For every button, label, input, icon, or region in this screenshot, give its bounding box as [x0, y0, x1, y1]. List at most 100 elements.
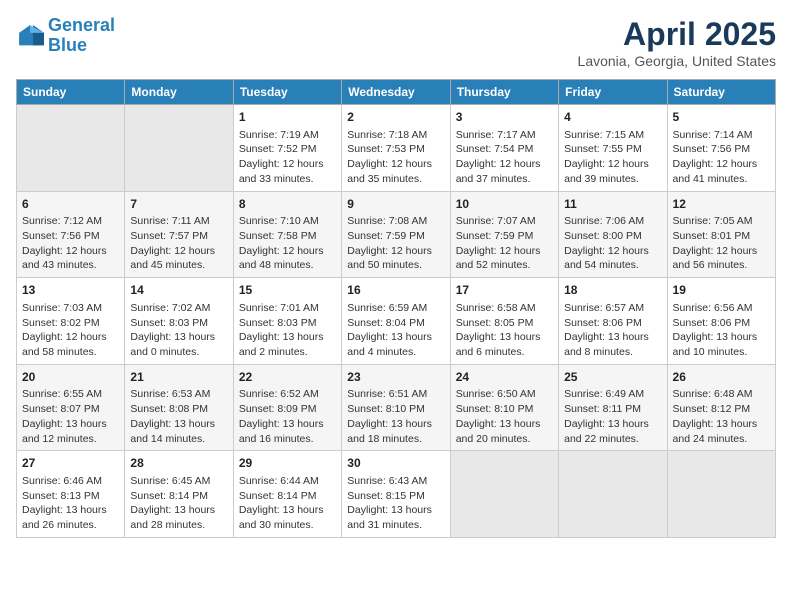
calendar-cell: 6Sunrise: 7:12 AM Sunset: 7:56 PM Daylig… — [17, 191, 125, 278]
calendar-cell: 20Sunrise: 6:55 AM Sunset: 8:07 PM Dayli… — [17, 364, 125, 451]
header-monday: Monday — [125, 80, 233, 105]
day-number: 29 — [239, 455, 336, 472]
day-number: 3 — [456, 109, 553, 126]
logo-icon — [16, 22, 44, 50]
day-info: Sunrise: 7:11 AM Sunset: 7:57 PM Dayligh… — [130, 214, 227, 273]
calendar-cell — [125, 105, 233, 192]
day-info: Sunrise: 6:56 AM Sunset: 8:06 PM Dayligh… — [673, 301, 770, 360]
day-number: 10 — [456, 196, 553, 213]
calendar-cell — [17, 105, 125, 192]
header-saturday: Saturday — [667, 80, 775, 105]
day-info: Sunrise: 7:03 AM Sunset: 8:02 PM Dayligh… — [22, 301, 119, 360]
logo-text: GeneralBlue — [48, 16, 115, 56]
calendar-cell: 23Sunrise: 6:51 AM Sunset: 8:10 PM Dayli… — [342, 364, 450, 451]
calendar-title: April 2025 — [578, 16, 776, 53]
day-number: 7 — [130, 196, 227, 213]
day-number: 6 — [22, 196, 119, 213]
day-number: 9 — [347, 196, 444, 213]
day-number: 21 — [130, 369, 227, 386]
day-number: 26 — [673, 369, 770, 386]
calendar-cell: 19 Sunrise: 6:56 AM Sunset: 8:06 PM Dayli… — [667, 278, 775, 365]
day-number: 1 — [239, 109, 336, 126]
calendar-cell: 9Sunrise: 7:08 AM Sunset: 7:59 PM Daylig… — [342, 191, 450, 278]
day-number: 16 — [347, 282, 444, 299]
day-info: Sunrise: 6:48 AM Sunset: 8:12 PM Dayligh… — [673, 387, 770, 446]
calendar-cell: 3 Sunrise: 7:17 AM Sunset: 7:54 PM Daylig… — [450, 105, 558, 192]
day-number: 27 — [22, 455, 119, 472]
header-friday: Friday — [559, 80, 667, 105]
week-row-2: 6Sunrise: 7:12 AM Sunset: 7:56 PM Daylig… — [17, 191, 776, 278]
day-number: 13 — [22, 282, 119, 299]
calendar-cell: 15 Sunrise: 7:01 AM Sunset: 8:03 PM Dayli… — [233, 278, 341, 365]
calendar-cell: 11Sunrise: 7:06 AM Sunset: 8:00 PM Dayli… — [559, 191, 667, 278]
week-row-5: 27Sunrise: 6:46 AM Sunset: 8:13 PM Dayli… — [17, 451, 776, 538]
day-number: 25 — [564, 369, 661, 386]
day-info: Sunrise: 7:10 AM Sunset: 7:58 PM Dayligh… — [239, 214, 336, 273]
day-info: Sunrise: 7:12 AM Sunset: 7:56 PM Dayligh… — [22, 214, 119, 273]
day-info: Sunrise: 7:14 AM Sunset: 7:56 PM Dayligh… — [673, 128, 770, 187]
calendar-cell: 13 Sunrise: 7:03 AM Sunset: 8:02 PM Dayli… — [17, 278, 125, 365]
calendar-cell — [667, 451, 775, 538]
day-info: Sunrise: 6:51 AM Sunset: 8:10 PM Dayligh… — [347, 387, 444, 446]
day-info: Sunrise: 7:06 AM Sunset: 8:00 PM Dayligh… — [564, 214, 661, 273]
day-number: 11 — [564, 196, 661, 213]
day-info: Sunrise: 7:15 AM Sunset: 7:55 PM Dayligh… — [564, 128, 661, 187]
day-number: 18 — [564, 282, 661, 299]
calendar-cell: 25Sunrise: 6:49 AM Sunset: 8:11 PM Dayli… — [559, 364, 667, 451]
day-info: Sunrise: 6:53 AM Sunset: 8:08 PM Dayligh… — [130, 387, 227, 446]
calendar-cell: 16 Sunrise: 6:59 AM Sunset: 8:04 PM Dayli… — [342, 278, 450, 365]
day-info: Sunrise: 7:18 AM Sunset: 7:53 PM Dayligh… — [347, 128, 444, 187]
day-info: Sunrise: 6:45 AM Sunset: 8:14 PM Dayligh… — [130, 474, 227, 533]
calendar-cell: 2 Sunrise: 7:18 AM Sunset: 7:53 PM Daylig… — [342, 105, 450, 192]
header-sunday: Sunday — [17, 80, 125, 105]
title-block: April 2025 Lavonia, Georgia, United Stat… — [578, 16, 776, 69]
day-number: 28 — [130, 455, 227, 472]
calendar-cell: 10Sunrise: 7:07 AM Sunset: 7:59 PM Dayli… — [450, 191, 558, 278]
day-number: 30 — [347, 455, 444, 472]
calendar-header-row: SundayMondayTuesdayWednesdayThursdayFrid… — [17, 80, 776, 105]
day-info: Sunrise: 7:01 AM Sunset: 8:03 PM Dayligh… — [239, 301, 336, 360]
day-number: 14 — [130, 282, 227, 299]
calendar-subtitle: Lavonia, Georgia, United States — [578, 53, 776, 69]
calendar-cell: 30 Sunrise: 6:43 AM Sunset: 8:15 PM Dayli… — [342, 451, 450, 538]
day-number: 19 — [673, 282, 770, 299]
calendar-cell: 18 Sunrise: 6:57 AM Sunset: 8:06 PM Dayli… — [559, 278, 667, 365]
calendar-table: SundayMondayTuesdayWednesdayThursdayFrid… — [16, 79, 776, 538]
calendar-cell: 17 Sunrise: 6:58 AM Sunset: 8:05 PM Dayli… — [450, 278, 558, 365]
calendar-cell: 29 Sunrise: 6:44 AM Sunset: 8:14 PM Dayli… — [233, 451, 341, 538]
calendar-cell: 26Sunrise: 6:48 AM Sunset: 8:12 PM Dayli… — [667, 364, 775, 451]
day-info: Sunrise: 6:44 AM Sunset: 8:14 PM Dayligh… — [239, 474, 336, 533]
calendar-cell — [450, 451, 558, 538]
day-info: Sunrise: 6:43 AM Sunset: 8:15 PM Dayligh… — [347, 474, 444, 533]
day-info: Sunrise: 6:55 AM Sunset: 8:07 PM Dayligh… — [22, 387, 119, 446]
day-number: 22 — [239, 369, 336, 386]
calendar-cell: 21Sunrise: 6:53 AM Sunset: 8:08 PM Dayli… — [125, 364, 233, 451]
day-info: Sunrise: 7:17 AM Sunset: 7:54 PM Dayligh… — [456, 128, 553, 187]
day-number: 20 — [22, 369, 119, 386]
day-number: 17 — [456, 282, 553, 299]
calendar-cell — [559, 451, 667, 538]
day-info: Sunrise: 6:52 AM Sunset: 8:09 PM Dayligh… — [239, 387, 336, 446]
header-tuesday: Tuesday — [233, 80, 341, 105]
calendar-cell: 24Sunrise: 6:50 AM Sunset: 8:10 PM Dayli… — [450, 364, 558, 451]
day-number: 4 — [564, 109, 661, 126]
calendar-cell: 4 Sunrise: 7:15 AM Sunset: 7:55 PM Daylig… — [559, 105, 667, 192]
day-number: 24 — [456, 369, 553, 386]
calendar-cell: 28 Sunrise: 6:45 AM Sunset: 8:14 PM Dayli… — [125, 451, 233, 538]
day-number: 12 — [673, 196, 770, 213]
week-row-1: 1Sunrise: 7:19 AM Sunset: 7:52 PM Daylig… — [17, 105, 776, 192]
calendar-cell: 27Sunrise: 6:46 AM Sunset: 8:13 PM Dayli… — [17, 451, 125, 538]
calendar-cell: 7Sunrise: 7:11 AM Sunset: 7:57 PM Daylig… — [125, 191, 233, 278]
day-info: Sunrise: 7:05 AM Sunset: 8:01 PM Dayligh… — [673, 214, 770, 273]
week-row-3: 13 Sunrise: 7:03 AM Sunset: 8:02 PM Dayli… — [17, 278, 776, 365]
day-info: Sunrise: 6:49 AM Sunset: 8:11 PM Dayligh… — [564, 387, 661, 446]
day-number: 2 — [347, 109, 444, 126]
day-number: 15 — [239, 282, 336, 299]
calendar-cell: 14Sunrise: 7:02 AM Sunset: 8:03 PM Dayli… — [125, 278, 233, 365]
calendar-cell: 8Sunrise: 7:10 AM Sunset: 7:58 PM Daylig… — [233, 191, 341, 278]
calendar-cell: 5Sunrise: 7:14 AM Sunset: 7:56 PM Daylig… — [667, 105, 775, 192]
day-info: Sunrise: 6:59 AM Sunset: 8:04 PM Dayligh… — [347, 301, 444, 360]
day-info: Sunrise: 6:58 AM Sunset: 8:05 PM Dayligh… — [456, 301, 553, 360]
day-number: 23 — [347, 369, 444, 386]
day-info: Sunrise: 6:57 AM Sunset: 8:06 PM Dayligh… — [564, 301, 661, 360]
